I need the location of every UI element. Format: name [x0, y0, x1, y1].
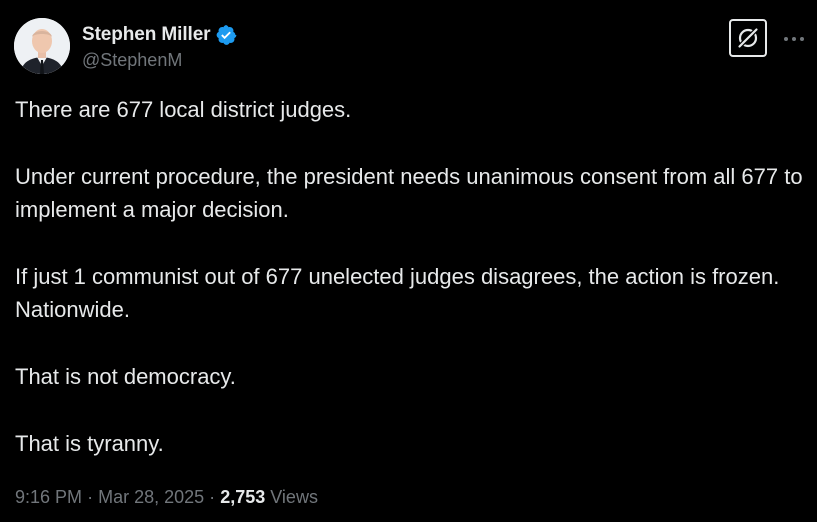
- post-paragraph: That is tyranny.: [15, 431, 164, 456]
- post-paragraph: If just 1 communist out of 677 unelected…: [15, 264, 780, 322]
- post: Stephen Miller @StephenM There are 677 l…: [0, 0, 817, 522]
- post-paragraph: Under current procedure, the president n…: [15, 164, 803, 222]
- profile-photo: [14, 18, 70, 74]
- verified-badge-icon[interactable]: [215, 24, 237, 46]
- post-date[interactable]: Mar 28, 2025: [98, 487, 204, 507]
- views-count[interactable]: 2,753: [220, 487, 265, 507]
- avatar[interactable]: [14, 18, 70, 74]
- post-meta: 9:16 PM · Mar 28, 2025 · 2,753 Views: [15, 487, 318, 508]
- views-label: Views: [270, 487, 318, 507]
- grok-icon: [738, 28, 758, 48]
- post-paragraph: There are 677 local district judges.: [15, 97, 352, 122]
- author-names: Stephen Miller @StephenM: [82, 22, 237, 71]
- post-header: Stephen Miller @StephenM: [14, 18, 237, 74]
- post-time[interactable]: 9:16 PM: [15, 487, 82, 507]
- handle[interactable]: @StephenM: [82, 50, 237, 71]
- post-paragraph: That is not democracy.: [15, 364, 236, 389]
- post-text: There are 677 local district judges. Und…: [15, 93, 805, 460]
- meta-separator: ·: [209, 487, 216, 507]
- grok-button[interactable]: [729, 19, 767, 57]
- more-icon: [784, 37, 804, 41]
- meta-separator: ·: [87, 487, 94, 507]
- more-button[interactable]: [781, 26, 807, 52]
- name-row: Stephen Miller: [82, 22, 237, 48]
- display-name[interactable]: Stephen Miller: [82, 24, 211, 46]
